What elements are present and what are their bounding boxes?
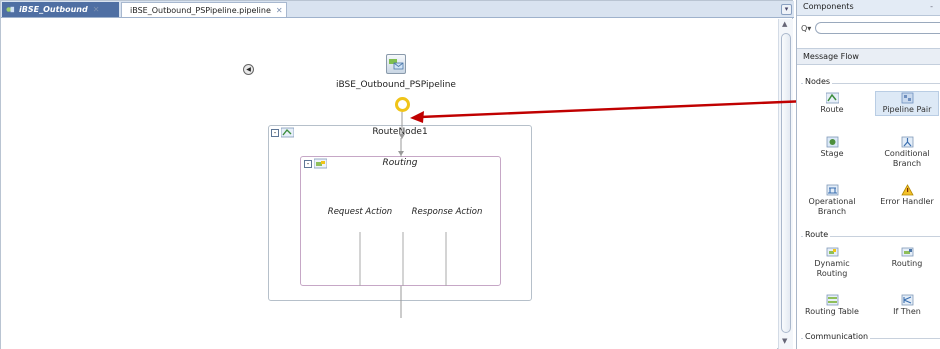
section-label: Route bbox=[803, 230, 831, 239]
editor-tab-bar: iBSE_Outbound ✕ iBSE_Outbound_PSPipeline… bbox=[1, 1, 794, 18]
search-input[interactable] bbox=[815, 22, 940, 34]
pipeline-start-node[interactable] bbox=[395, 97, 410, 112]
components-palette: Components - Q▾ Message Flow Nodes Route… bbox=[796, 0, 940, 349]
scroll-up-icon[interactable]: ▲ bbox=[782, 20, 787, 28]
pipeline-pair-icon bbox=[901, 92, 913, 104]
palette-item-operational-branch[interactable]: Operational Branch bbox=[803, 184, 861, 217]
routing-label: Routing bbox=[382, 158, 418, 168]
palette-item-if-then[interactable]: If Then bbox=[875, 294, 939, 317]
palette-item-error-handler[interactable]: Error Handler bbox=[875, 184, 939, 207]
routing-action[interactable] bbox=[300, 156, 501, 286]
proxy-service-icon bbox=[6, 6, 15, 13]
error-handler-icon bbox=[900, 184, 914, 196]
palette-search: Q▾ bbox=[801, 21, 940, 35]
pipeline-name: iBSE_Outbound_PSPipeline bbox=[336, 80, 456, 90]
palette-header: Components - bbox=[797, 0, 940, 16]
routing-icon bbox=[314, 158, 327, 169]
operational-branch-icon bbox=[826, 184, 838, 196]
route-node-collapse-toggle[interactable]: - bbox=[271, 129, 279, 137]
scroll-down-icon[interactable]: ▼ bbox=[782, 337, 787, 345]
section-route[interactable]: Route bbox=[797, 229, 940, 243]
palette-title: Components bbox=[803, 2, 854, 11]
palette-item-dynamic-routing[interactable]: Dynamic Routing bbox=[803, 246, 861, 279]
route-node-icon bbox=[281, 127, 294, 138]
tab-label: iBSE_Outbound bbox=[19, 5, 88, 14]
tab-label: iBSE_Outbound_PSPipeline.pipeline bbox=[130, 5, 271, 15]
palette-item-routing[interactable]: Routing bbox=[875, 246, 939, 269]
pipeline-envelope-icon bbox=[389, 59, 404, 70]
route-node-label: RouteNode1 bbox=[372, 127, 428, 137]
palette-item-pipeline-pair[interactable]: Pipeline Pair bbox=[875, 91, 939, 116]
route-icon bbox=[825, 92, 839, 104]
section-label: Communication bbox=[803, 332, 871, 341]
routing-table-icon bbox=[826, 294, 838, 306]
minimize-icon[interactable]: - bbox=[930, 2, 933, 11]
palette-item-conditional-branch[interactable]: Conditional Branch bbox=[875, 136, 939, 169]
if-then-icon bbox=[901, 294, 913, 306]
tab-pipeline[interactable]: iBSE_Outbound_PSPipeline.pipeline ✕ bbox=[121, 2, 287, 17]
pipeline-node-icon[interactable] bbox=[386, 54, 406, 74]
section-label: Nodes bbox=[803, 77, 833, 86]
close-icon[interactable]: ✕ bbox=[276, 6, 283, 15]
palette-item-routing-table[interactable]: Routing Table bbox=[803, 294, 861, 317]
tab-ibse-outbound[interactable]: iBSE_Outbound ✕ bbox=[2, 2, 119, 17]
routing-icon bbox=[901, 247, 913, 257]
dynamic-routing-icon bbox=[826, 247, 838, 257]
stage-icon bbox=[826, 136, 838, 148]
conditional-branch-icon bbox=[901, 136, 913, 148]
palette-item-route[interactable]: Route bbox=[803, 92, 861, 115]
close-icon[interactable]: ✕ bbox=[93, 5, 100, 14]
vertical-scrollbar[interactable]: ▲ ▼ bbox=[778, 19, 793, 349]
section-nodes[interactable]: Nodes bbox=[797, 76, 940, 90]
section-communication[interactable]: Communication bbox=[797, 331, 940, 345]
search-icon[interactable]: Q▾ bbox=[801, 24, 815, 33]
palette-page-selector[interactable]: Message Flow bbox=[797, 48, 940, 65]
scrollbar-thumb[interactable] bbox=[781, 33, 791, 333]
palette-item-stage[interactable]: Stage bbox=[803, 136, 861, 159]
response-action-label: Response Action bbox=[411, 207, 483, 217]
collapse-icon[interactable]: ◀ bbox=[243, 64, 254, 75]
routing-collapse-toggle[interactable]: - bbox=[304, 160, 312, 168]
tab-list-menu-icon[interactable]: ▾ bbox=[781, 4, 792, 15]
request-action-label: Request Action bbox=[327, 207, 393, 217]
